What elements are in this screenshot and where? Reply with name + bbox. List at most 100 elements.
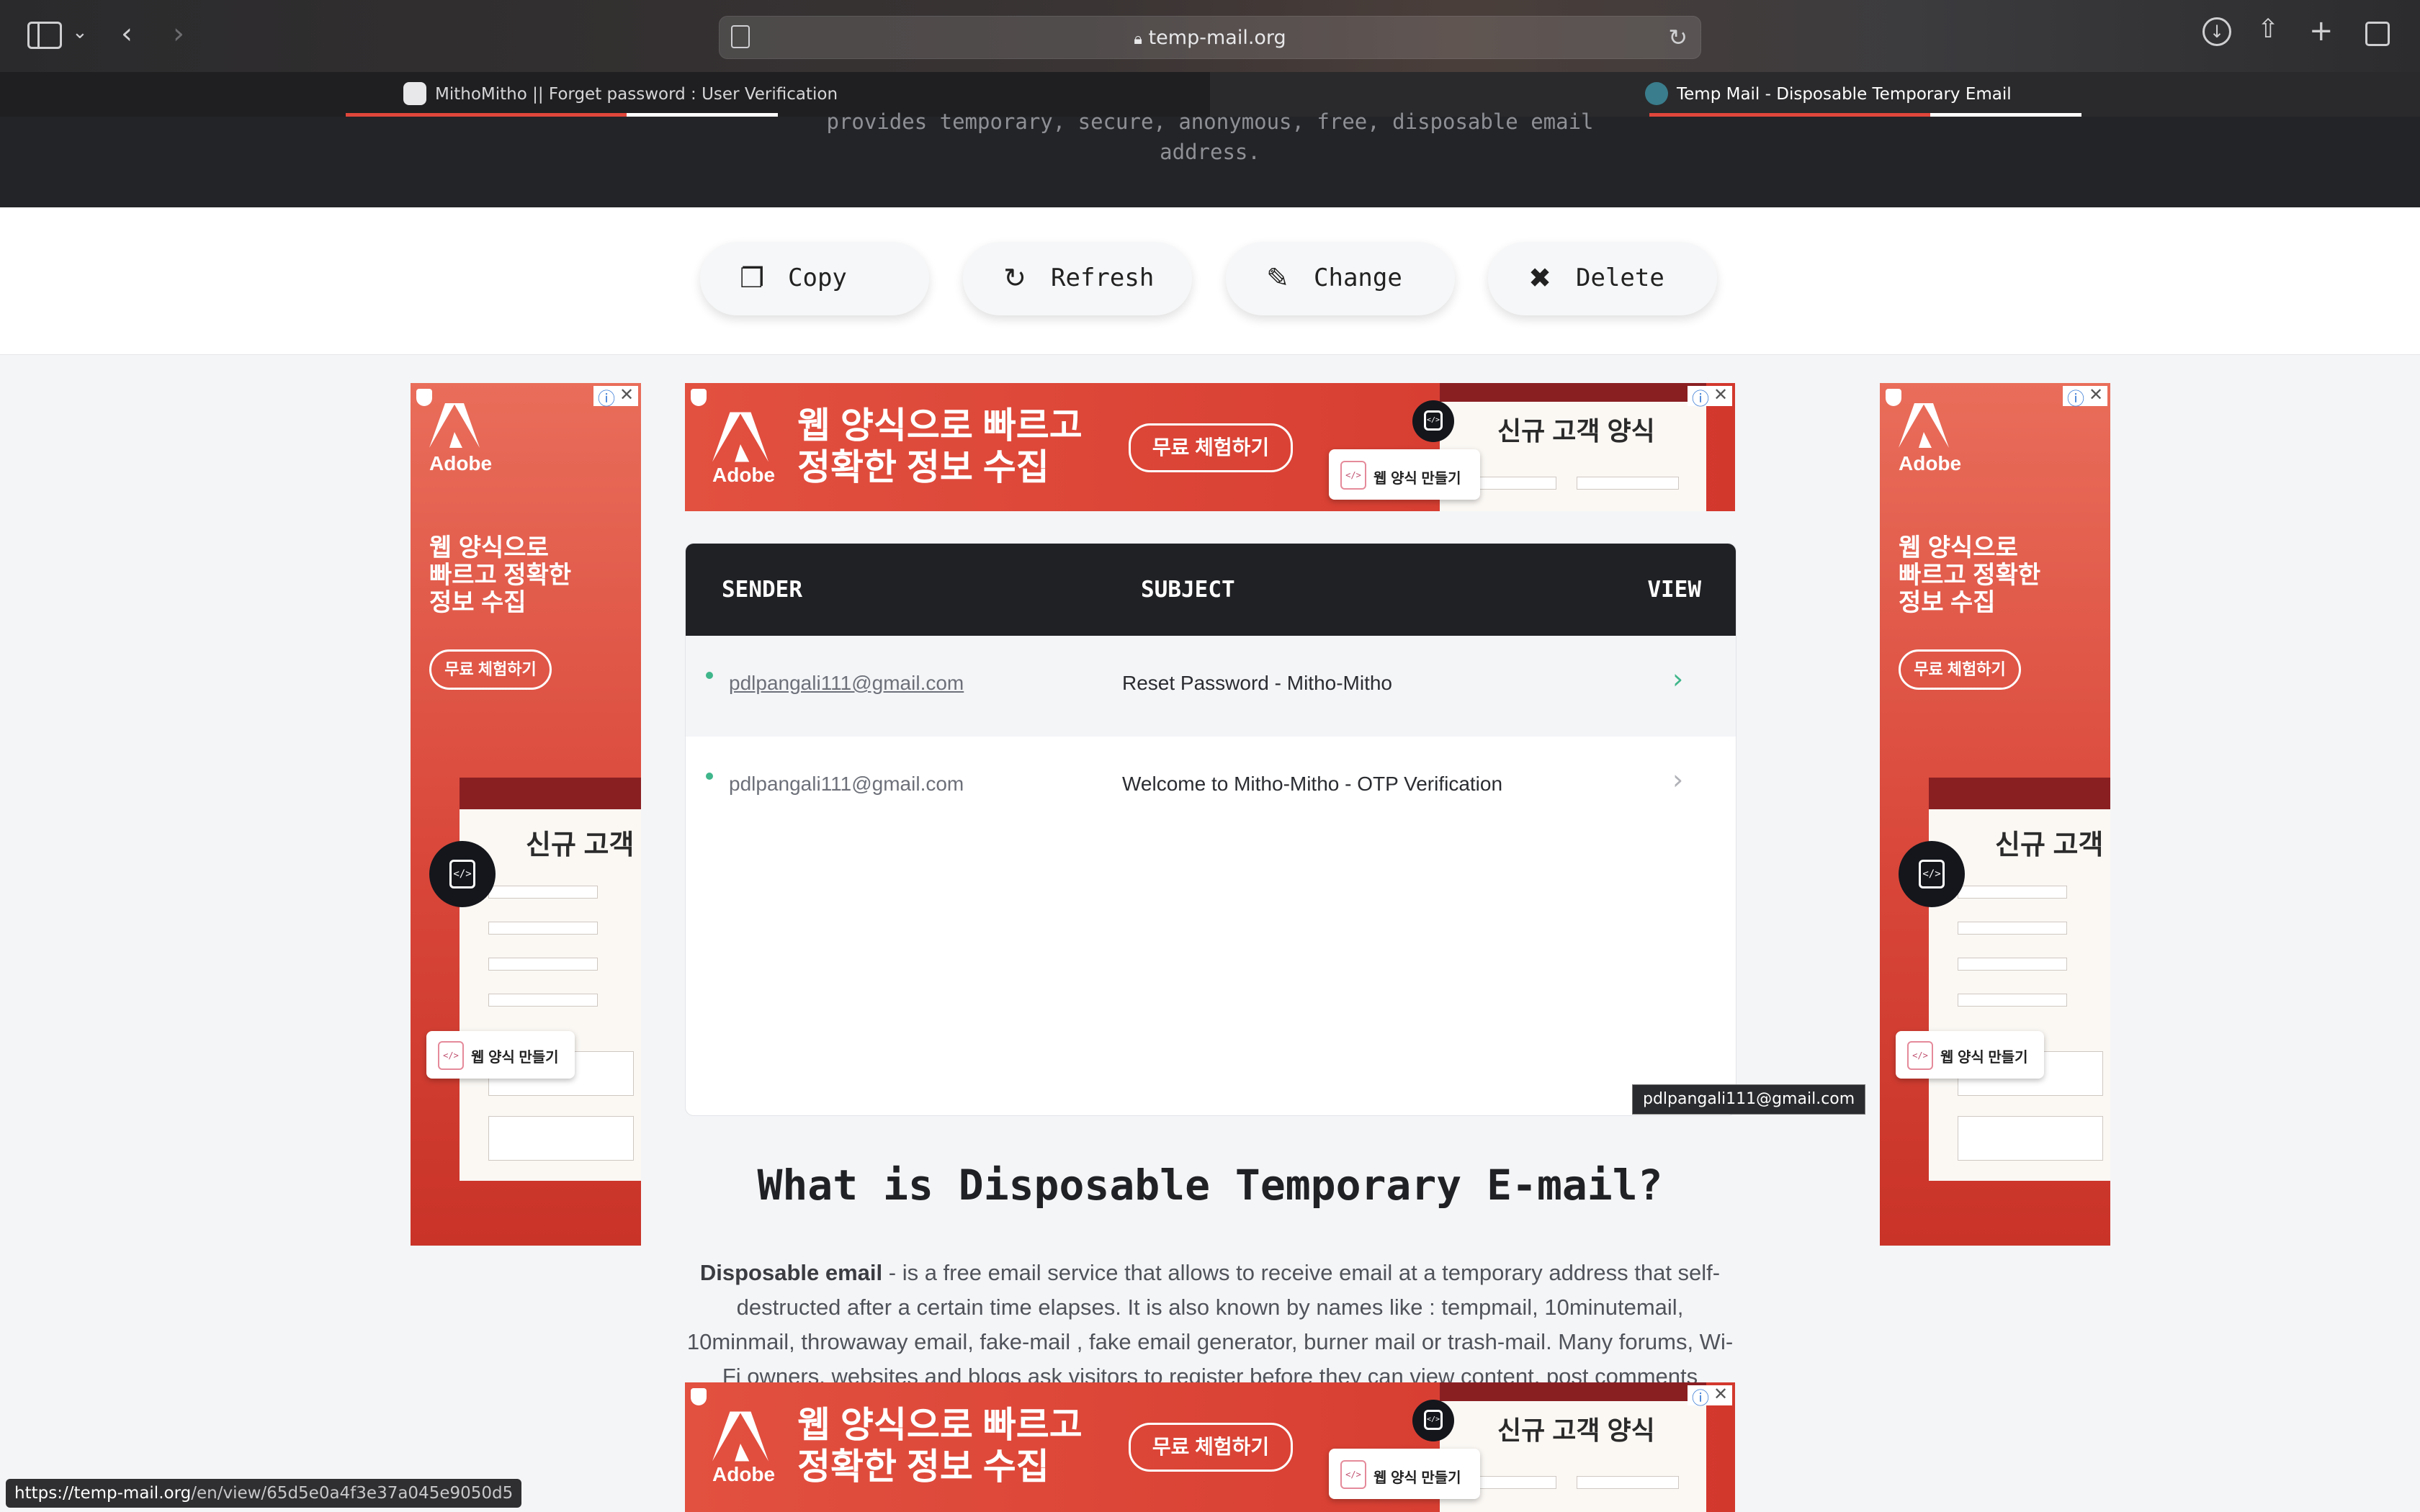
- close-icon: ✖: [1528, 262, 1551, 294]
- ad-cta-button[interactable]: 무료 체험하기: [1129, 1423, 1293, 1472]
- download-icon[interactable]: ↓: [2202, 17, 2231, 46]
- form-field: [488, 922, 598, 935]
- code-fab: </>: [1412, 1400, 1454, 1441]
- form-field: [488, 994, 598, 1007]
- adobe-wordmark: Adobe: [712, 1463, 776, 1485]
- chip-label: 웹 양식 만들기: [1940, 1050, 2028, 1066]
- code-icon: </>: [449, 860, 475, 888]
- article-paragraph: Disposable email - is a free email servi…: [685, 1256, 1735, 1394]
- article-lead: Disposable email: [699, 1260, 883, 1285]
- lock-icon: 🔒︎: [1134, 30, 1142, 48]
- tempmail-favicon-icon: [1645, 82, 1668, 105]
- bottom-banner-ad[interactable]: Adobe 웹 양식으로 빠르고 정확한 정보 수집 무료 체험하기 신규 고객…: [685, 1382, 1735, 1512]
- form-title: 신규 고객 양식: [1497, 416, 1655, 446]
- form-title: 신규 고객: [1995, 830, 2104, 860]
- code-fab: </>: [1899, 841, 1965, 907]
- form-header-band: [460, 778, 641, 809]
- delete-button[interactable]: ✖ Delete: [1488, 242, 1717, 315]
- ad-shield-icon: [691, 1388, 707, 1405]
- chevron-down-icon[interactable]: ⌄: [72, 22, 88, 43]
- adobe-wordmark: Adobe: [1899, 452, 1962, 474]
- reload-icon[interactable]: ↻: [1668, 24, 1688, 51]
- sender-link[interactable]: pdlpangali111@gmail.com: [729, 672, 964, 695]
- ad-shield-icon: [691, 389, 707, 406]
- adobe-logo: [1899, 403, 1949, 448]
- column-view: VIEW: [1647, 577, 1701, 603]
- form-field: [488, 1116, 634, 1161]
- form-field: [488, 886, 598, 899]
- refresh-icon: ↻: [1003, 262, 1026, 294]
- share-icon[interactable]: ⇧: [2257, 14, 2279, 44]
- change-button[interactable]: ✎ Change: [1226, 242, 1455, 315]
- adobe-wordmark: Adobe: [429, 452, 493, 474]
- status-bar-url: https://temp-mail.org/en/view/65d5e0a4f3…: [6, 1479, 522, 1508]
- code-icon: </>: [1907, 1041, 1933, 1070]
- address-bar[interactable]: 🔒︎ temp-mail.org ↻: [719, 16, 1701, 59]
- ad-cta-button[interactable]: 무료 체험하기: [429, 649, 552, 690]
- chevron-right-icon[interactable]: ›: [1672, 764, 1683, 796]
- adobe-wordmark: Adobe: [712, 464, 776, 486]
- status-host: https://temp-mail.org: [14, 1484, 192, 1503]
- refresh-button[interactable]: ↻ Refresh: [963, 242, 1192, 315]
- adchoices-icon[interactable]: ⓘ ✕: [1688, 384, 1732, 409]
- inbox-row[interactable]: pdlpangali111@gmail.com Reset Password -…: [686, 636, 1736, 737]
- top-banner-ad[interactable]: Adobe 웹 양식으로 빠르고 정확한 정보 수집 무료 체험하기 신규 고객…: [685, 383, 1735, 511]
- form-title: 신규 고객: [526, 830, 635, 860]
- sender-text[interactable]: pdlpangali111@gmail.com: [729, 773, 964, 796]
- form-header-band: [1929, 778, 2110, 809]
- unread-dot: [706, 672, 713, 679]
- code-icon: </>: [438, 1041, 464, 1070]
- sidebar-divider: [37, 24, 40, 47]
- column-subject: SUBJECT: [1141, 577, 1235, 603]
- url-host: temp-mail.org: [1148, 27, 1286, 49]
- form-title: 신규 고객 양식: [1497, 1416, 1655, 1445]
- copy-icon: ❐: [739, 262, 765, 294]
- ad-headline-line2: 정확한 정보 수집: [797, 1446, 1049, 1487]
- new-tab-icon[interactable]: +: [2309, 14, 2334, 48]
- ad-chip: </> 웹 양식 만들기: [1896, 1031, 2044, 1079]
- ad-headline: 웹 양식으로 빠르고 정확한 정보 수집: [1899, 534, 2040, 616]
- code-icon: </>: [1919, 860, 1945, 888]
- form-field: [1577, 1476, 1679, 1489]
- sender-tooltip: pdlpangali111@gmail.com: [1632, 1084, 1866, 1115]
- chip-label: 웹 양식 만들기: [1373, 471, 1461, 487]
- adchoices-icon[interactable]: ⓘ ✕: [2063, 384, 2107, 409]
- ad-headline-line1: 웹 양식으로 빠르고: [797, 405, 1083, 446]
- form-header-band: [1440, 383, 1706, 402]
- tab-title: Temp Mail - Disposable Temporary Email: [1677, 85, 2012, 104]
- code-icon: </>: [1424, 410, 1443, 431]
- inbox-row[interactable]: pdlpangali111@gmail.com Welcome to Mitho…: [686, 737, 1736, 837]
- refresh-label: Refresh: [1051, 264, 1155, 292]
- ad-headline-line1: 웹 양식으로: [429, 534, 549, 562]
- ad-headline: 웹 양식으로 빠르고 정확한 정보 수집: [429, 534, 571, 616]
- form-field: [1958, 886, 2067, 899]
- form-field: [1958, 958, 2067, 971]
- chevron-right-icon[interactable]: ›: [1672, 663, 1683, 695]
- subject-text[interactable]: Welcome to Mitho-Mitho - OTP Verificatio…: [1122, 773, 1502, 796]
- adchoices-icon[interactable]: ⓘ ✕: [593, 384, 638, 409]
- sidebar-toggle-icon[interactable]: [27, 22, 62, 49]
- tab-overview-icon[interactable]: [2365, 22, 2390, 46]
- copy-label: Copy: [788, 264, 847, 292]
- copy-button[interactable]: ❐ Copy: [700, 242, 929, 315]
- code-fab: </>: [1412, 400, 1454, 442]
- code-icon: </>: [1340, 461, 1366, 490]
- ad-cta-button[interactable]: 무료 체험하기: [1129, 423, 1293, 472]
- right-ad[interactable]: ⓘ ✕ Adobe 웹 양식으로 빠르고 정확한 정보 수집 무료 체험하기 신규…: [1880, 383, 2110, 1246]
- subject-text[interactable]: Reset Password - Mitho-Mitho: [1122, 672, 1392, 695]
- pen-icon: ✎: [1266, 262, 1289, 294]
- ad-headline-line1: 웹 양식으로 빠르고: [797, 1405, 1083, 1445]
- code-icon: </>: [1424, 1410, 1443, 1430]
- ad-cta-button[interactable]: 무료 체험하기: [1899, 649, 2021, 690]
- chip-label: 웹 양식 만들기: [1373, 1470, 1461, 1486]
- inbox-table: SENDER SUBJECT VIEW pdlpangali111@gmail.…: [685, 543, 1736, 1116]
- ad-headline-line2: 빠르고 정확한: [1899, 562, 2041, 589]
- left-ad[interactable]: ⓘ ✕ Adobe 웹 양식으로 빠르고 정확한 정보 수집 무료 체험하기 신규…: [411, 383, 641, 1246]
- adobe-logo: [712, 1411, 768, 1462]
- form-field: [488, 958, 598, 971]
- forward-icon[interactable]: ›: [173, 17, 184, 50]
- ad-chip: </> 웹 양식 만들기: [1329, 1449, 1480, 1499]
- action-bar: ❐ Copy ↻ Refresh ✎ Change ✖ Delete: [0, 207, 2420, 355]
- back-icon[interactable]: ‹: [121, 17, 133, 50]
- adchoices-icon[interactable]: ⓘ ✕: [1688, 1384, 1732, 1408]
